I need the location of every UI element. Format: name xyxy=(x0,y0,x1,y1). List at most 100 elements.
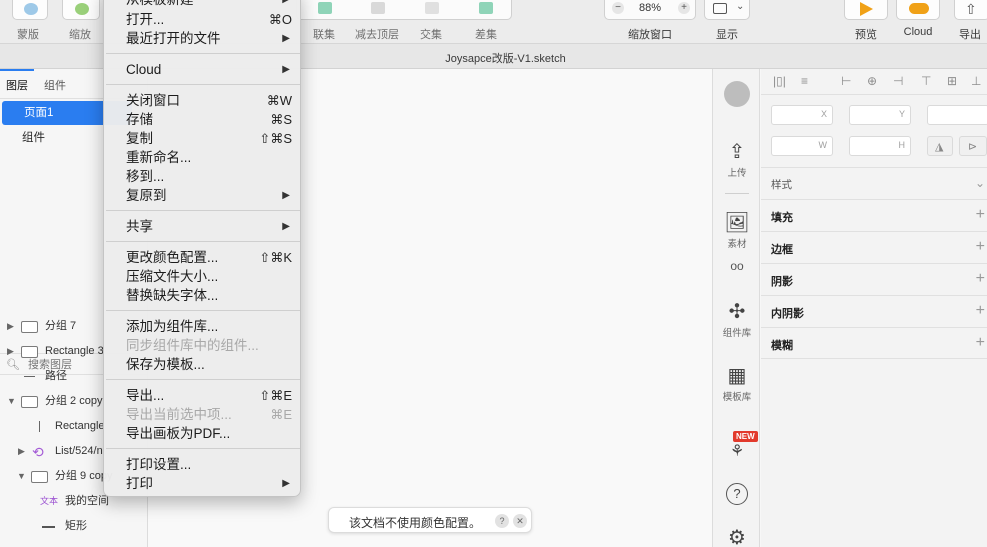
inner-shadow-section[interactable]: 内阴影 + xyxy=(761,295,987,327)
menu-item-change-color-profile[interactable]: 更改颜色配置... ⇧⌘K xyxy=(104,248,302,267)
collapse-arrow-icon[interactable]: ▼ xyxy=(7,389,16,414)
menu-item-label: 保存为模板... xyxy=(126,357,205,372)
scale-button[interactable] xyxy=(62,0,100,20)
menu-item-save[interactable]: 存储 ⌘S xyxy=(104,110,302,129)
add-fill-icon[interactable]: + xyxy=(976,206,985,224)
add-inner-shadow-icon[interactable]: + xyxy=(976,302,985,320)
expand-arrow-icon[interactable]: ▶ xyxy=(18,439,25,464)
distribute-horizontal-icon[interactable]: |▯| xyxy=(773,74,786,88)
distribute-vertical-icon[interactable]: ≡ xyxy=(801,74,808,88)
difference-tool[interactable]: 差集 xyxy=(466,0,506,44)
align-bottom-icon[interactable]: ⊥ xyxy=(971,74,981,88)
cloud-button[interactable] xyxy=(896,0,940,20)
upload-button[interactable]: ⇪ 上传 xyxy=(713,141,761,179)
scale-icon xyxy=(75,3,89,15)
h-field[interactable]: H xyxy=(849,136,911,156)
component-library-label: 组件库 xyxy=(722,328,752,339)
expand-arrow-icon[interactable]: ▶ xyxy=(7,339,14,364)
menu-item-close-window[interactable]: 关闭窗口 ⌘W xyxy=(104,91,302,110)
y-field[interactable]: Y xyxy=(849,105,911,125)
menu-shortcut: ⇧⌘S xyxy=(259,131,292,146)
scale-tool[interactable]: 缩放 xyxy=(58,0,102,44)
collapse-arrow-icon[interactable]: ▼ xyxy=(17,464,26,489)
menu-separator xyxy=(106,84,300,85)
settings-button[interactable]: ⚙ xyxy=(713,527,761,547)
align-center-icon[interactable]: ⊕ xyxy=(867,74,877,88)
blur-section[interactable]: 模糊 + xyxy=(761,327,987,359)
y-field-label: Y xyxy=(898,109,905,119)
preview-control[interactable]: 预览 xyxy=(844,0,888,44)
zoom-in-button[interactable]: + xyxy=(678,2,690,14)
menu-item-label: 更改颜色配置... xyxy=(126,250,219,265)
folder-icon xyxy=(21,346,38,358)
plugin-sidebar: ⇪ 上传 🖼︎ 素材 oo ✣ 组件库 ▦ 模板库 NEW ⚘ ? ⚙ xyxy=(712,69,760,547)
layer-name: 路径 xyxy=(45,370,67,382)
mask-button[interactable] xyxy=(12,0,48,20)
display-control[interactable]: ⌄ 显示 xyxy=(704,0,750,44)
menu-item-save-as-template[interactable]: 保存为模板... xyxy=(104,355,302,374)
menu-item-replace-missing-fonts[interactable]: 替换缺失字体... xyxy=(104,286,302,305)
layer-row[interactable]: 矩形 xyxy=(0,514,148,539)
align-left-icon[interactable]: ⊢ xyxy=(841,74,851,88)
intersect-tool[interactable]: 交集 xyxy=(412,0,450,44)
border-section[interactable]: 边框 + xyxy=(761,231,987,263)
align-right-icon[interactable]: ⊣ xyxy=(893,74,903,88)
display-button[interactable]: ⌄ xyxy=(704,0,750,20)
preview-button[interactable] xyxy=(844,0,888,20)
menu-item-cloud[interactable]: Cloud ▶ xyxy=(104,60,302,79)
menu-item-rename[interactable]: 重新命名... xyxy=(104,148,302,167)
mask-tool[interactable]: 蒙版 xyxy=(8,0,48,44)
menu-item-export-artboards-pdf[interactable]: 导出画板为PDF... xyxy=(104,424,302,443)
menu-item-print-setup[interactable]: 打印设置... xyxy=(104,455,302,474)
w-field-label: W xyxy=(818,140,828,150)
menu-item-export[interactable]: 导出... ⇧⌘E xyxy=(104,386,302,405)
menu-item-reduce-file-size[interactable]: 压缩文件大小... xyxy=(104,267,302,286)
expand-arrow-icon[interactable]: ▶ xyxy=(7,314,14,339)
assets-button[interactable]: 🖼︎ 素材 xyxy=(713,212,761,250)
x-field[interactable]: X xyxy=(771,105,833,125)
export-control[interactable]: ⇧ 导出 xyxy=(950,0,987,44)
component-library-button[interactable]: ✣ 组件库 xyxy=(713,301,761,339)
export-button[interactable]: ⇧ xyxy=(954,0,987,20)
flip-horizontal-button[interactable]: ◮ xyxy=(927,136,953,156)
more-icon[interactable]: oo xyxy=(713,259,761,273)
menu-item-revert-to[interactable]: 复原到 ▶ xyxy=(104,186,302,205)
menu-item-add-as-library[interactable]: 添加为组件库... xyxy=(104,317,302,336)
align-top-icon[interactable]: ⊤ xyxy=(921,74,931,88)
align-middle-icon[interactable]: ⊞ xyxy=(947,74,957,88)
menu-item-open[interactable]: 打开... ⌘O xyxy=(104,10,302,29)
add-blur-icon[interactable]: + xyxy=(976,334,985,352)
plugin-logo[interactable] xyxy=(713,81,761,107)
fill-section[interactable]: 填充 + xyxy=(761,199,987,231)
subtract-tool[interactable]: 减去顶层 xyxy=(350,0,404,44)
assets-label: 素材 xyxy=(727,239,747,250)
menu-item-new-from-template[interactable]: 从模板新建 ▶ xyxy=(104,0,302,9)
close-icon[interactable]: ✕ xyxy=(513,514,527,528)
help-icon: ? xyxy=(726,483,748,505)
menu-item-share[interactable]: 共享 ▶ xyxy=(104,217,302,236)
style-section[interactable]: 样式 ⌄ xyxy=(761,167,987,199)
cloud-control[interactable]: Cloud xyxy=(896,0,940,44)
w-field[interactable]: W xyxy=(771,136,833,156)
union-tool[interactable]: 联集 xyxy=(302,0,346,44)
display-icon xyxy=(713,3,727,14)
menu-item-move-to[interactable]: 移到... xyxy=(104,167,302,186)
help-icon[interactable]: ? xyxy=(495,514,509,528)
tab-components[interactable]: 组件 xyxy=(44,77,66,93)
chevron-down-icon[interactable]: ⌄ xyxy=(975,176,985,190)
menu-item-recent-files[interactable]: 最近打开的文件 ▶ xyxy=(104,29,302,48)
help-button[interactable]: ? xyxy=(713,483,761,505)
add-shadow-icon[interactable]: + xyxy=(976,270,985,288)
menu-item-print[interactable]: 打印 ▶ xyxy=(104,474,302,493)
zoom-out-button[interactable]: − xyxy=(612,2,624,14)
add-border-icon[interactable]: + xyxy=(976,238,985,256)
path-icon xyxy=(24,376,35,377)
tab-layers[interactable]: 图层 xyxy=(6,77,28,93)
menu-item-duplicate[interactable]: 复制 ⇧⌘S xyxy=(104,129,302,148)
rotation-field[interactable] xyxy=(927,105,987,125)
template-library-button[interactable]: ▦ 模板库 xyxy=(713,365,761,403)
plugin-feature-button[interactable]: ⚘ xyxy=(713,441,761,463)
flip-vertical-button[interactable]: ⊳ xyxy=(959,136,987,156)
rectangle-icon xyxy=(42,526,55,528)
shadow-section[interactable]: 阴影 + xyxy=(761,263,987,295)
